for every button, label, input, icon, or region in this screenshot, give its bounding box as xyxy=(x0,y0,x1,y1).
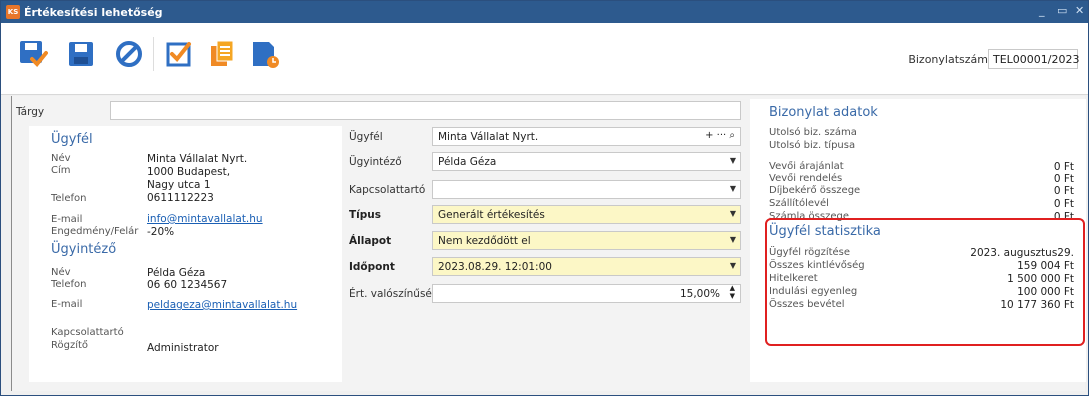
stat-row-label: Összes bevétel xyxy=(769,299,845,310)
title-bar: KS Értékesítési lehetőség _ ▭ ✕ xyxy=(1,1,1088,23)
toolbar-separator xyxy=(153,37,154,71)
doc-row-value: 0 Ft xyxy=(1053,173,1074,185)
form-probability-spinner[interactable]: 15,00% ▲ ▼ xyxy=(432,284,741,303)
customer-address-line2: Nagy utca 1 xyxy=(147,179,211,191)
cancel-button[interactable] xyxy=(114,39,144,69)
agent-phone-label: Telefon xyxy=(51,279,87,290)
subject-input[interactable] xyxy=(110,101,741,120)
form-agent-value: Példa Géza xyxy=(438,156,497,168)
form-status-value: Nem kezdődött el xyxy=(438,235,531,247)
save-close-icon xyxy=(20,41,48,67)
form-probability-value: 15,00% xyxy=(679,288,720,300)
stat-row-value: 2023. augusztus29. xyxy=(970,247,1074,259)
maximize-icon[interactable]: ▭ xyxy=(1057,4,1067,17)
toolbar: Bizonylatszám TEL00001/2023 xyxy=(1,23,1088,95)
history-icon xyxy=(253,42,279,68)
agent-phone-value: 06 60 1234567 xyxy=(147,279,228,291)
customer-stats-title: Ügyfél statisztika xyxy=(769,224,881,239)
doc-row-label: Díjbekérő összege xyxy=(769,185,861,196)
stat-row-value: 159 004 Ft xyxy=(1017,260,1074,272)
form-type-value: Generált értékesítés xyxy=(438,209,545,221)
stat-row-label: Ügyfél rögzítése xyxy=(769,247,851,258)
stat-row-label: Indulási egyenleg xyxy=(769,286,858,297)
minimize-icon[interactable]: _ xyxy=(1039,4,1045,17)
form-agent-select[interactable]: Példa Géza ▼ xyxy=(432,152,741,171)
customer-section-title: Ügyfél xyxy=(51,132,93,147)
form-time-label: Időpont xyxy=(349,261,395,273)
customer-address-label: Cím xyxy=(51,165,71,176)
subject-label: Tárgy xyxy=(16,106,45,118)
customer-email-link[interactable]: info@mintavallalat.hu xyxy=(147,213,263,225)
form-contact-select[interactable]: ▼ xyxy=(432,180,741,199)
chevron-down-icon: ▼ xyxy=(729,156,736,165)
chevron-down-icon: ▼ xyxy=(729,235,736,244)
history-button[interactable] xyxy=(250,39,280,69)
doc-data-title: Bizonylat adatok xyxy=(769,105,878,120)
form-customer-value: Minta Vállalat Nyrt. xyxy=(438,131,539,143)
cancel-icon xyxy=(116,41,142,67)
customer-name-label: Név xyxy=(51,153,71,164)
agent-section-title: Ügyintéző xyxy=(51,242,117,257)
customer-phone-value: 0611112223 xyxy=(147,192,214,204)
save-icon xyxy=(69,42,93,66)
customer-phone-label: Telefon xyxy=(51,193,87,204)
stat-row-value: 1 500 000 Ft xyxy=(1007,273,1074,285)
customer-address-line1: 1000 Budapest, xyxy=(147,166,231,178)
recorder-label: Rögzítő xyxy=(51,340,89,351)
agent-name-value: Példa Géza xyxy=(147,267,206,279)
form-customer-label: Ügyfél xyxy=(349,131,383,143)
stat-row-value: 100 000 Ft xyxy=(1017,286,1074,298)
doc-number-field[interactable]: TEL00001/2023 xyxy=(988,49,1080,69)
save-close-button[interactable] xyxy=(18,39,48,69)
agent-email-link[interactable]: peldageza@mintavallalat.hu xyxy=(147,299,297,311)
approve-button[interactable] xyxy=(164,39,194,69)
doc-number-label: Bizonylatszám xyxy=(908,53,988,66)
form-probability-label: Ért. valószínűség xyxy=(349,288,439,300)
recorder-value: Administrator xyxy=(147,342,219,354)
save-button[interactable] xyxy=(66,39,96,69)
chevron-down-icon: ▼ xyxy=(729,261,736,270)
customer-name-value: Minta Vállalat Nyrt. xyxy=(147,153,248,165)
form-customer-combo[interactable]: Minta Vállalat Nyrt. + ··· ⌕ xyxy=(432,127,741,146)
doc-row-label: Vevői árajánlat xyxy=(769,161,844,172)
customer-email-label: E-mail xyxy=(51,214,83,225)
discount-value: -20% xyxy=(147,226,175,238)
discount-label: Engedmény/Felár xyxy=(51,226,139,237)
window: KS Értékesítési lehetőség _ ▭ ✕ Bizonyla… xyxy=(0,0,1089,396)
customer-actions-icon[interactable]: + ··· ⌕ xyxy=(705,130,735,141)
stat-row-label: Hitelkeret xyxy=(769,273,818,284)
agent-name-label: Név xyxy=(51,267,71,278)
documents-button[interactable] xyxy=(207,39,237,69)
close-icon[interactable]: ✕ xyxy=(1075,4,1084,17)
main-content: Tárgy Ügyfél Név Minta Vállalat Nyrt. Cí… xyxy=(11,96,1086,391)
form-type-select[interactable]: Generált értékesítés ▼ xyxy=(432,205,741,224)
spinner-arrows-icon[interactable]: ▲ ▼ xyxy=(730,284,735,300)
stat-row-label: Összes kintlévőség xyxy=(769,260,865,271)
form-status-label: Állapot xyxy=(349,235,392,247)
doc-row-value: 0 Ft xyxy=(1053,198,1074,210)
form-time-value: 2023.08.29. 12:01:00 xyxy=(438,261,552,273)
doc-row-value: 0 Ft xyxy=(1053,161,1074,173)
window-title: Értékesítési lehetőség xyxy=(24,5,163,19)
agent-email-label: E-mail xyxy=(51,299,83,310)
contact-person-label: Kapcsolattartó xyxy=(51,327,124,338)
form-time-picker[interactable]: 2023.08.29. 12:01:00 ▼ xyxy=(432,257,741,276)
doc-row-label: Vevői rendelés xyxy=(769,173,843,184)
last-doc-type-label: Utolsó biz. típusa xyxy=(769,140,856,151)
form-agent-label: Ügyintéző xyxy=(349,156,402,168)
documents-icon xyxy=(211,40,234,66)
checkbox-icon xyxy=(166,42,191,67)
chevron-down-icon: ▼ xyxy=(729,184,736,193)
doc-row-value: 0 Ft xyxy=(1053,185,1074,197)
doc-row-label: Szállítólevél xyxy=(769,198,829,209)
stat-row-value: 10 177 360 Ft xyxy=(1000,299,1074,311)
last-doc-number-label: Utolsó biz. száma xyxy=(769,127,857,138)
app-icon: KS xyxy=(6,5,20,19)
form-contact-label: Kapcsolattartó xyxy=(349,184,426,196)
form-type-label: Típus xyxy=(349,209,382,221)
customer-card: Ügyfél Név Minta Vállalat Nyrt. Cím 1000… xyxy=(29,126,342,382)
form-status-select[interactable]: Nem kezdődött el ▼ xyxy=(432,231,741,250)
doc-data-card: Bizonylat adatok Utolsó biz. száma Utols… xyxy=(750,99,1086,382)
chevron-down-icon: ▼ xyxy=(729,209,736,218)
